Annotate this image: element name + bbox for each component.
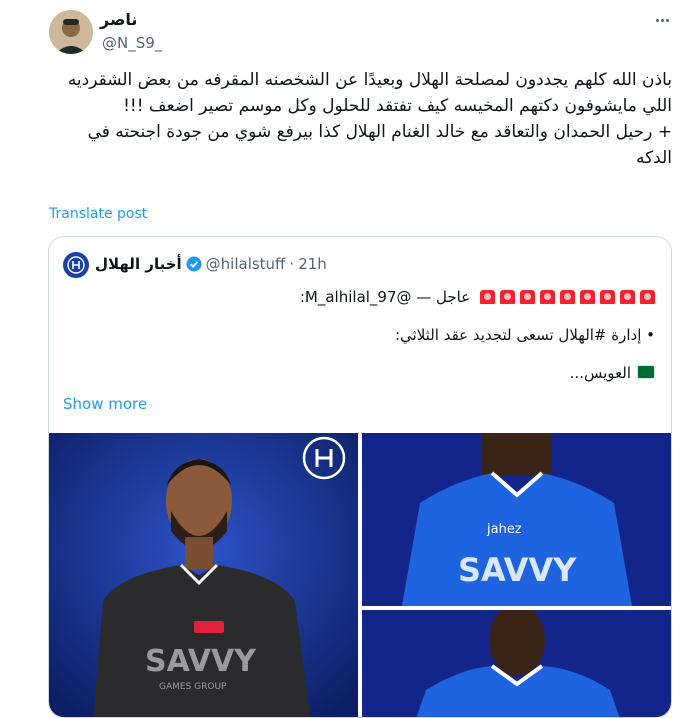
quoted-line-3-text: العويس... (569, 364, 631, 382)
verified-badge-icon (186, 256, 202, 272)
quoted-post[interactable]: أخبار الهلال @hilalstuff · 21h عاجل — @M… (48, 236, 672, 718)
show-more-link[interactable]: Show more (63, 395, 147, 413)
siren-icon (520, 290, 535, 304)
player-photo-top-right[interactable]: jahez SAVVY (362, 433, 671, 606)
quoted-line-1: عاجل — @M_alhilal_97: (65, 285, 655, 309)
jersey-sponsor-sub-text: GAMES GROUP (159, 682, 227, 692)
hilal-logo-icon (67, 256, 85, 274)
saudi-flag-icon (637, 365, 655, 379)
quoted-line-3: العويس... (65, 361, 655, 385)
quoted-line-2: • إدارة #الهلال تسعى لتجديد عقد الثلاثي: (395, 326, 655, 344)
siren-icon (580, 290, 595, 304)
translate-post-link[interactable]: Translate post (49, 206, 147, 222)
siren-icon (560, 290, 575, 304)
quoted-separator: · (289, 255, 295, 273)
quoted-line-1-text: عاجل — @M_alhilal_97: (299, 288, 471, 306)
player-photo-main[interactable]: SAVVY GAMES GROUP (49, 433, 358, 717)
avatar-photo (49, 10, 93, 54)
quoted-media: SAVVY GAMES GROUP jahez SAVVY (49, 433, 671, 717)
more-options-icon[interactable] (652, 12, 672, 28)
tweet-paragraph-1: باذن الله كلهم يجددون لمصلحة الهلال وبعي… (67, 70, 672, 116)
jersey-partner-text: jahez (486, 522, 522, 537)
siren-icon (620, 290, 635, 304)
siren-icon (500, 290, 515, 304)
siren-icon (600, 290, 615, 304)
quoted-handle[interactable]: @hilalstuff (206, 255, 286, 273)
siren-icon (640, 290, 655, 304)
jersey-sponsor-text-2: SAVVY (458, 551, 577, 589)
quoted-display-name[interactable]: أخبار الهلال (95, 255, 182, 273)
siren-icon (540, 290, 555, 304)
quoted-avatar[interactable] (63, 252, 89, 278)
jersey-sponsor-text: SAVVY (145, 644, 257, 679)
author-handle[interactable]: @N_S9_ (102, 34, 162, 52)
siren-icon (480, 290, 495, 304)
author-display-name[interactable]: ناصر (100, 10, 137, 29)
player-photo-bottom-right[interactable] (362, 610, 671, 717)
quoted-header: أخبار الهلال @hilalstuff · 21h (95, 255, 327, 273)
quoted-text: عاجل — @M_alhilal_97: • إدارة #الهلال تس… (65, 285, 655, 385)
tweet-text: باذن الله كلهم يجددون لمصلحة الهلال وبعي… (48, 67, 672, 171)
author-avatar[interactable] (49, 10, 93, 54)
tweet-paragraph-2: + رحيل الحمدان والتعاقد مع خالد الغنام ا… (87, 122, 672, 168)
quoted-time[interactable]: 21h (298, 255, 327, 273)
